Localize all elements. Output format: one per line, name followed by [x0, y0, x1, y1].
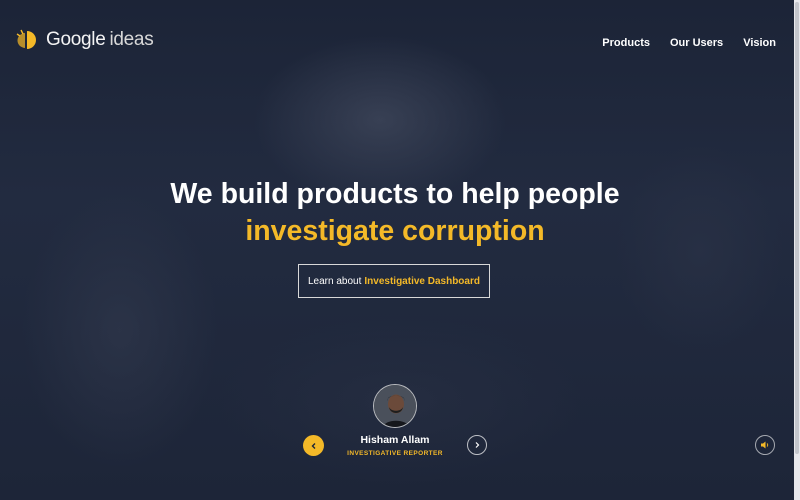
- logo-text: Google ideas: [46, 29, 154, 51]
- nav-our-users[interactable]: Our Users: [670, 37, 723, 49]
- hero-headline: We build products to help people investi…: [0, 176, 790, 250]
- testimonial-name: Hisham Allam: [360, 434, 430, 446]
- speaker-icon: [761, 441, 769, 449]
- headline-line-2: investigate corruption: [245, 215, 545, 247]
- google-ideas-logo[interactable]: Google ideas: [14, 28, 154, 52]
- chevron-left-icon: [311, 442, 315, 449]
- headline-line-1: We build products to help people: [170, 178, 620, 210]
- logo-brand: Google: [46, 29, 106, 50]
- main-nav: Products Our Users Vision: [602, 37, 776, 49]
- logo-product: ideas: [109, 29, 154, 50]
- cta-product-name: Investigative Dashboard: [364, 275, 480, 287]
- page-scrollbar[interactable]: [794, 0, 800, 500]
- sound-toggle-button[interactable]: [755, 435, 775, 455]
- chevron-right-icon: [475, 442, 480, 448]
- google-ideas-logo-icon: [16, 29, 36, 49]
- nav-vision[interactable]: Vision: [743, 37, 776, 49]
- avatar: [373, 384, 417, 428]
- person-portrait-icon: [374, 385, 416, 427]
- testimonial-role: INVESTIGATIVE REPORTER: [347, 450, 443, 457]
- scrollbar-thumb[interactable]: [795, 2, 799, 454]
- next-testimonial-button[interactable]: [467, 435, 487, 455]
- cta-prefix: Learn about: [308, 275, 362, 287]
- previous-testimonial-button[interactable]: [303, 435, 324, 456]
- nav-products[interactable]: Products: [602, 37, 650, 49]
- learn-about-button[interactable]: Learn about Investigative Dashboard: [298, 264, 490, 298]
